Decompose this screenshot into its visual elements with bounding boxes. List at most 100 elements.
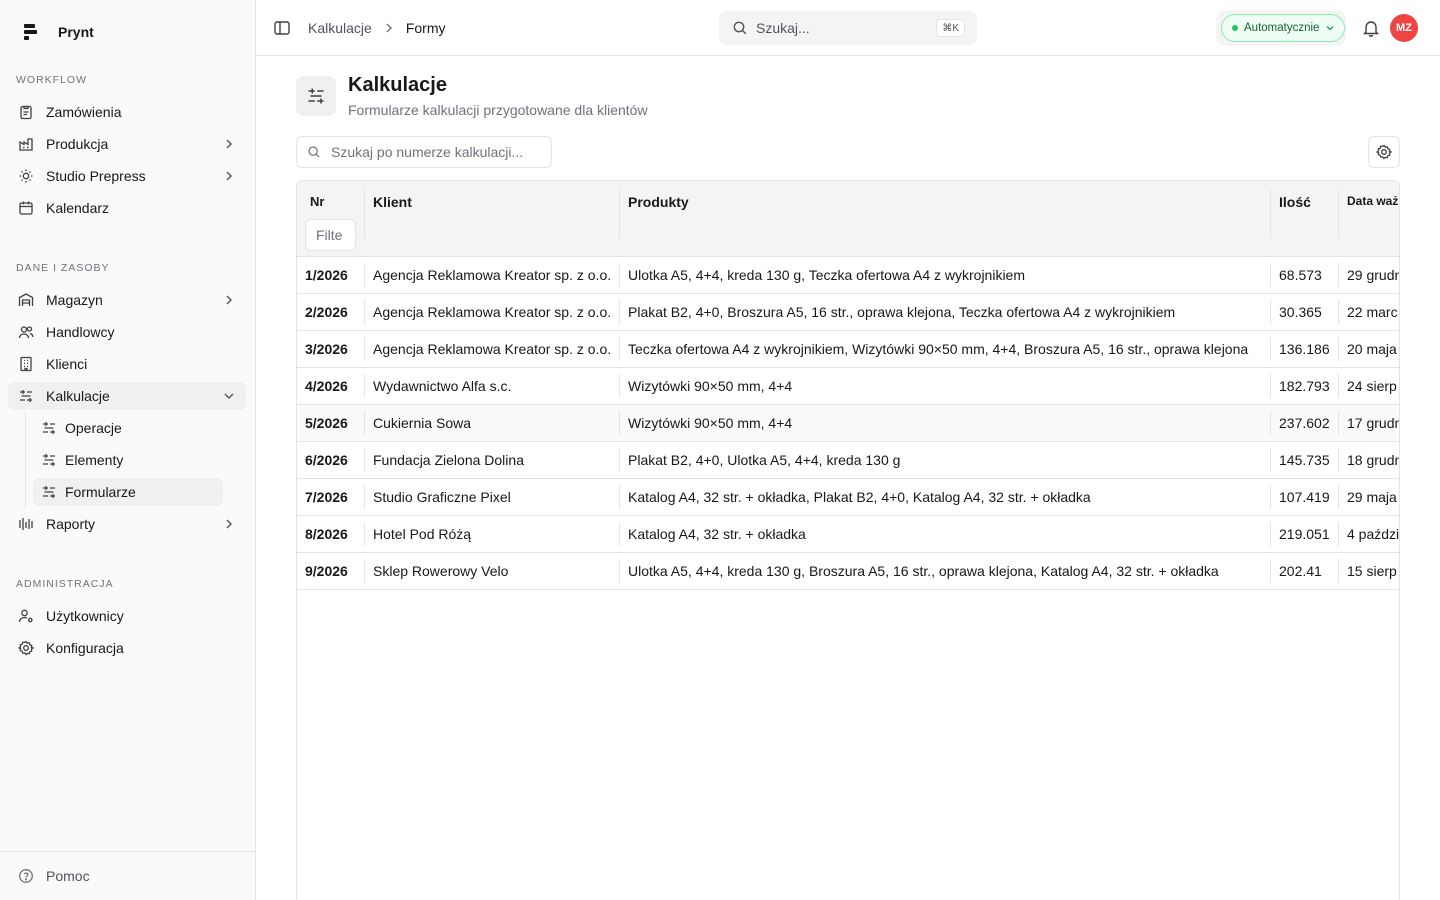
cell-nr: 4/2026 (305, 378, 348, 394)
sidebar-subitem-elementy[interactable]: Elementy (33, 446, 223, 474)
global-search[interactable]: Szukaj... ⌘K (719, 11, 977, 45)
column-header-produkty[interactable]: Produkty (620, 181, 1271, 257)
cell-nr: 1/2026 (305, 267, 348, 283)
cell-divider (364, 263, 365, 287)
gear-icon (1376, 144, 1392, 160)
cell-data: 18 grudn (1347, 452, 1400, 468)
cell-produkty: Wizytówki 90×50 mm, 4+4 (628, 378, 793, 394)
brand[interactable]: Prynt (22, 20, 94, 44)
mode-selector[interactable]: Automatycznie (1221, 14, 1345, 42)
chevron-right-icon (222, 169, 236, 183)
table-row[interactable]: 1/2026 Agencja Reklamowa Kreator sp. z o.… (297, 257, 1399, 294)
table-row[interactable]: 6/2026 Fundacja Zielona Dolina Plakat B2, … (297, 442, 1400, 479)
cell-divider (1338, 374, 1339, 398)
chevron-down-icon (222, 389, 236, 403)
gear-icon (18, 640, 34, 656)
cell-divider (1338, 448, 1339, 472)
calendar-icon (18, 200, 34, 216)
cell-divider (364, 374, 365, 398)
prynt-logo-icon (22, 22, 40, 42)
search-shortcut-badge: ⌘K (936, 19, 965, 37)
sidebar-item-raporty[interactable]: Raporty (8, 510, 246, 538)
cell-nr: 8/2026 (305, 526, 348, 542)
cell-divider (1338, 559, 1339, 583)
sidebar-subitem-operacje[interactable]: Operacje (33, 414, 223, 442)
cell-divider (619, 300, 620, 324)
cell-data: 17 grudn (1347, 415, 1400, 431)
table-settings-button[interactable] (1368, 136, 1400, 168)
bell-icon[interactable] (1361, 18, 1381, 38)
sidebar-item-kalendarz[interactable]: Kalendarz (8, 194, 246, 222)
cell-divider (364, 448, 365, 472)
sidebar-item-handlowcy[interactable]: Handlowcy (8, 318, 246, 346)
breadcrumb-current: Formy (405, 20, 446, 36)
calculation-search-input[interactable]: Szukaj po numerze kalkulacji... (296, 136, 552, 168)
help-link[interactable]: Pomoc (8, 862, 246, 890)
cell-divider (619, 411, 620, 435)
cell-nr: 6/2026 (305, 452, 348, 468)
table-row[interactable]: 2/2026 Agencja Reklamowa Kreator sp. z o.… (297, 294, 1399, 331)
nr-filter-input[interactable]: Filte (305, 219, 356, 251)
cell-klient: Cukiernia Sowa (373, 415, 472, 431)
cell-klient: Fundacja Zielona Dolina (373, 452, 524, 468)
cell-produkty: Wizytówki 90×50 mm, 4+4 (628, 415, 793, 431)
cell-divider (1338, 263, 1339, 287)
cell-produkty: Ulotka A5, 4+4, kreda 130 g, Teczka ofer… (628, 267, 1026, 283)
sidebar-item-magazyn[interactable]: Magazyn (8, 286, 246, 314)
sidebar-item-produkcja[interactable]: Produkcja (8, 130, 246, 158)
cell-ilosc: 107.419 (1279, 489, 1330, 505)
cell-klient: Sklep Rowerowy Velo (373, 563, 509, 579)
cell-ilosc: 136.186 (1279, 341, 1330, 357)
breadcrumb-parent[interactable]: Kalkulacje (308, 20, 372, 36)
cell-klient: Wydawnictwo Alfa s.c. (373, 378, 512, 394)
sidebar-toggle-icon[interactable] (272, 18, 292, 38)
section-title-dane: DANE I ZASOBY (16, 262, 110, 274)
search-icon (732, 20, 748, 36)
cell-divider (1270, 522, 1271, 546)
table-row[interactable]: 9/2026 Sklep Rowerowy Velo Ulotka A5, 4+4,… (297, 553, 1399, 590)
sidebar-item-kalkulacje[interactable]: Kalkulacje (8, 382, 246, 410)
building-icon (18, 356, 34, 372)
cell-ilosc: 182.793 (1279, 378, 1330, 394)
sidebar-item-studio-prepress[interactable]: Studio Prepress (8, 162, 246, 190)
table-row[interactable]: 4/2026 Wydawnictwo Alfa s.c. Wizytówki 90×… (297, 368, 1399, 405)
sidebar: Prynt WORKFLOW Zamówienia Produkcja Stud… (0, 0, 256, 900)
sidebar-item-konfiguracja[interactable]: Konfiguracja (8, 634, 246, 662)
cell-nr: 7/2026 (305, 489, 348, 505)
page-title: Kalkulacje (348, 74, 447, 96)
cell-divider (1270, 485, 1271, 509)
cell-divider (619, 522, 620, 546)
table-row[interactable]: 3/2026 Agencja Reklamowa Kreator sp. z o.… (297, 331, 1399, 368)
table-row[interactable]: 7/2026 Studio Graficzne Pixel Katalog A4, … (297, 479, 1399, 516)
cell-nr: 3/2026 (305, 341, 348, 357)
sliders-icon (41, 484, 57, 500)
cell-divider (619, 485, 620, 509)
avatar[interactable]: MZ (1390, 14, 1418, 42)
sidebar-item-zamowienia[interactable]: Zamówienia (8, 98, 246, 126)
sidebar-item-klienci[interactable]: Klienci (8, 350, 246, 378)
cell-ilosc: 145.735 (1279, 452, 1330, 468)
status-dot-icon (1232, 25, 1238, 31)
cell-nr: 5/2026 (305, 415, 348, 431)
cell-data: 15 sierp (1347, 563, 1397, 579)
column-header-ilosc[interactable]: Ilość (1271, 181, 1339, 257)
chevron-right-icon (222, 517, 236, 531)
table-row[interactable]: 8/2026 Hotel Pod Różą Katalog A4, 32 str. … (297, 516, 1399, 553)
sliders-icon (41, 452, 57, 468)
column-header-data[interactable]: Data waż (1339, 181, 1399, 257)
cell-divider (619, 337, 620, 361)
column-header-nr[interactable]: Nr Filte (297, 181, 365, 257)
table-row[interactable]: 5/2026 Cukiernia Sowa Wizytówki 90×50 mm, … (297, 405, 1400, 442)
sidebar-item-uzytkownicy[interactable]: Użytkownicy (8, 602, 246, 630)
cell-divider (619, 559, 620, 583)
chevron-right-icon (382, 21, 396, 35)
app-name: Prynt (58, 24, 94, 40)
cell-divider (1270, 300, 1271, 324)
cell-data: 29 maja (1347, 489, 1397, 505)
breadcrumb: Kalkulacje Formy (308, 18, 446, 38)
chevron-down-icon (1324, 22, 1336, 34)
column-header-klient[interactable]: Klient (365, 181, 620, 257)
sidebar-subitem-formularze[interactable]: Formularze (33, 478, 223, 506)
cell-divider (619, 374, 620, 398)
sun-icon (18, 168, 34, 184)
